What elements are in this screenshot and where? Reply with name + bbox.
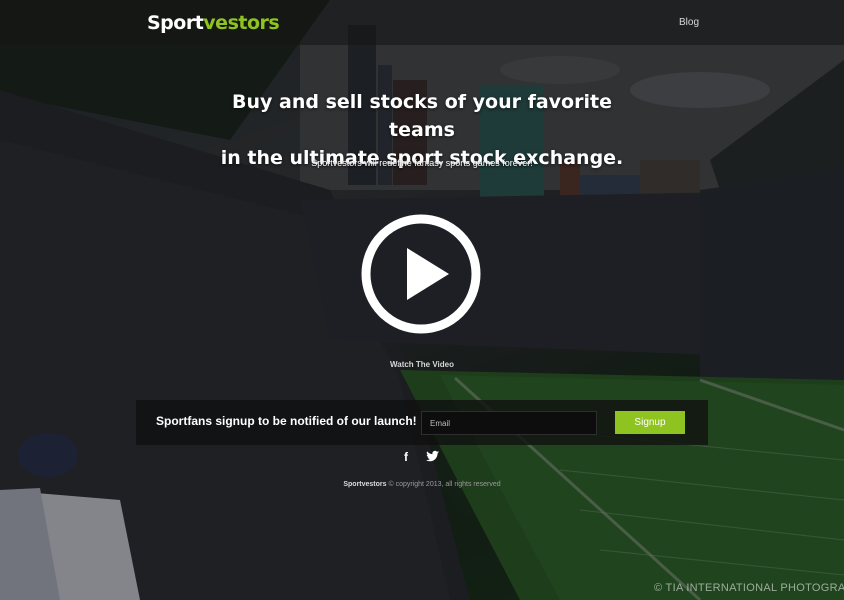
play-circle-icon [361,214,481,334]
top-navigation-bar: Sportvestors Blog [0,0,844,45]
social-links: f [399,448,445,464]
hero-tagline: Sportvestors will redefine fantasy sport… [311,158,533,168]
twitter-icon [426,450,439,462]
signup-prompt: Sportfans signup to be notified of our l… [156,414,417,428]
footer-brand: Sportvestors [343,481,387,488]
logo-text-sport: Sport [147,12,204,34]
sportvestors-logo[interactable]: Sportvestors [147,12,280,34]
play-video-button[interactable] [359,212,483,336]
facebook-link[interactable]: f [399,448,415,464]
nav-link-blog[interactable]: Blog [679,17,699,28]
headline-line-1: Buy and sell stocks of your favorite tea… [232,91,612,141]
landing-page: Sportvestors Blog Buy and sell stocks of… [0,0,844,600]
facebook-icon: f [404,450,409,464]
twitter-link[interactable] [425,448,441,464]
photo-credit-watermark: © TIA INTERNATIONAL PHOTOGRAPHY [654,582,844,594]
email-input[interactable] [421,411,597,435]
signup-button[interactable]: Signup [615,411,685,434]
logo-text-vestors: vestors [203,12,280,34]
watch-video-label[interactable]: Watch The Video [322,360,522,369]
copyright-notice: Sportvestors © copyright 2013, all right… [272,481,572,488]
signup-bar: Sportfans signup to be notified of our l… [136,400,708,445]
footer-copyright-text: © copyright 2013, all rights reserved [388,481,501,488]
facebook-glyph: f [404,450,409,464]
